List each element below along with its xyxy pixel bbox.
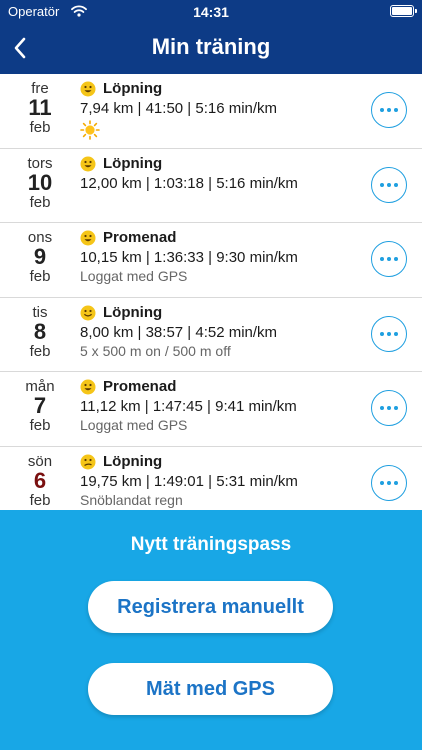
entry-note: Loggat med GPS (80, 268, 188, 284)
entry-date: fre 11 feb (0, 80, 80, 136)
entry-month: feb (29, 491, 51, 509)
entry-day: 11 (28, 95, 52, 120)
entry-info: Löpning 19,75 km | 1:49:01 | 5:31 min/km… (80, 453, 360, 509)
more-options-button[interactable] (371, 390, 407, 426)
entry-activity: Löpning (80, 304, 360, 322)
training-entry[interactable]: tis 8 feb Löpning 8,00 km | 38:57 | 4:52… (0, 298, 422, 372)
entry-note: Loggat med GPS (80, 417, 188, 433)
entry-stats: 19,75 km | 1:49:01 | 5:31 min/km (80, 472, 298, 490)
entry-month: feb (29, 119, 51, 136)
more-dot (394, 108, 398, 112)
training-entry[interactable]: mån 7 feb Promenad 11,12 km | 1:47:45 | … (0, 372, 422, 447)
more-dot (394, 257, 398, 261)
entry-info: Promenad 10,15 km | 1:36:33 | 9:30 min/k… (80, 229, 360, 285)
activity-name: Löpning (103, 452, 163, 470)
entry-activity: Löpning (80, 453, 360, 471)
more-dot (387, 257, 391, 261)
happy-face-icon (80, 156, 96, 171)
training-list: fre 11 feb Löpning 7,94 km | 41:50 | 5:1… (0, 74, 422, 510)
more-dots-icon (380, 406, 384, 410)
entry-month: feb (29, 193, 51, 211)
happy-face-icon (80, 379, 96, 395)
entry-day: 7 (33, 393, 47, 418)
measure-gps-button[interactable]: Mät med GPS (88, 663, 333, 715)
entry-date: tis 8 feb (0, 304, 80, 360)
new-session-panel: Nytt träningspass Registrera manuellt Mä… (0, 510, 422, 750)
training-entry[interactable]: tors 10 feb Löpning 12,00 km | 1:03:18 |… (0, 149, 422, 223)
more-dot (394, 331, 398, 336)
more-dot (387, 331, 391, 336)
entry-day: 10 (27, 169, 53, 195)
entry-month: feb (29, 342, 51, 360)
more-dot (387, 182, 391, 187)
activity-name: Promenad (103, 378, 177, 395)
more-dots-icon (380, 108, 384, 112)
more-dot (387, 108, 391, 112)
more-dot (387, 480, 391, 485)
battery-icon (390, 5, 417, 17)
entry-activity: Löpning (80, 155, 360, 173)
entry-day: 9 (33, 244, 47, 269)
entry-info: Löpning 12,00 km | 1:03:18 | 5:16 min/km (80, 155, 360, 193)
entry-activity: Promenad (80, 229, 360, 247)
more-options-button[interactable] (371, 92, 407, 128)
happy-face-icon (80, 230, 96, 246)
activity-name: Promenad (103, 229, 177, 246)
entry-date: ons 9 feb (0, 229, 80, 285)
more-dot (394, 480, 398, 485)
more-dots-icon (380, 182, 384, 187)
activity-name: Löpning (103, 154, 163, 172)
entry-stats: 8,00 km | 38:57 | 4:52 min/km (80, 323, 278, 341)
status-bar: Operatör 14:31 (0, 0, 422, 24)
more-dot (394, 182, 398, 187)
new-session-title: Nytt träningspass (130, 534, 292, 555)
smile-face-icon (80, 305, 96, 320)
more-dot (387, 406, 391, 410)
entry-stats: 7,94 km | 41:50 | 5:16 min/km (80, 100, 278, 117)
entry-month: feb (29, 268, 51, 285)
entry-info: Löpning 8,00 km | 38:57 | 4:52 min/km 5 … (80, 304, 360, 360)
confused-face-icon (80, 454, 96, 469)
entry-day: 8 (33, 318, 47, 344)
app-header: Operatör 14:31 Min träning (0, 0, 422, 74)
more-options-button[interactable] (371, 166, 407, 203)
more-options-button[interactable] (371, 315, 407, 352)
entry-date: mån 7 feb (0, 378, 80, 434)
activity-name: Löpning (103, 303, 163, 321)
entry-note: Snöblandat regn (80, 491, 183, 508)
happy-face-icon (80, 81, 96, 97)
entry-day: 6 (33, 467, 47, 493)
more-dots-icon (380, 480, 384, 485)
entry-weekday: tis (32, 303, 48, 321)
entry-info: Promenad 11,12 km | 1:47:45 | 9:41 min/k… (80, 378, 360, 434)
entry-weekday: sön (27, 452, 53, 470)
training-entry[interactable]: sön 6 feb Löpning 19,75 km | 1:49:01 | 5… (0, 447, 422, 511)
more-dots-icon (380, 257, 384, 261)
entry-activity: Löpning (80, 80, 360, 98)
register-manually-button[interactable]: Registrera manuellt (88, 581, 333, 633)
training-entry[interactable]: fre 11 feb Löpning 7,94 km | 41:50 | 5:1… (0, 74, 422, 149)
entry-stats: 10,15 km | 1:36:33 | 9:30 min/km (80, 249, 298, 266)
entry-stats: 12,00 km | 1:03:18 | 5:16 min/km (80, 174, 298, 192)
more-options-button[interactable] (371, 241, 407, 277)
entry-note: 5 x 500 m on / 500 m off (80, 342, 231, 359)
activity-name: Löpning (103, 80, 163, 97)
entry-month: feb (29, 417, 51, 434)
sun-icon (80, 120, 360, 145)
entry-date: tors 10 feb (0, 155, 80, 211)
status-time: 14:31 (193, 4, 229, 20)
page-title: Min träning (151, 34, 271, 59)
entry-date: sön 6 feb (0, 453, 80, 509)
more-dot (394, 406, 398, 410)
entry-info: Löpning 7,94 km | 41:50 | 5:16 min/km (80, 80, 360, 145)
more-dots-icon (380, 331, 384, 336)
training-entry[interactable]: ons 9 feb Promenad 10,15 km | 1:36:33 | … (0, 223, 422, 298)
entry-stats: 11,12 km | 1:47:45 | 9:41 min/km (80, 398, 297, 415)
more-options-button[interactable] (371, 464, 407, 501)
entry-weekday: tors (27, 154, 53, 172)
entry-activity: Promenad (80, 378, 360, 396)
